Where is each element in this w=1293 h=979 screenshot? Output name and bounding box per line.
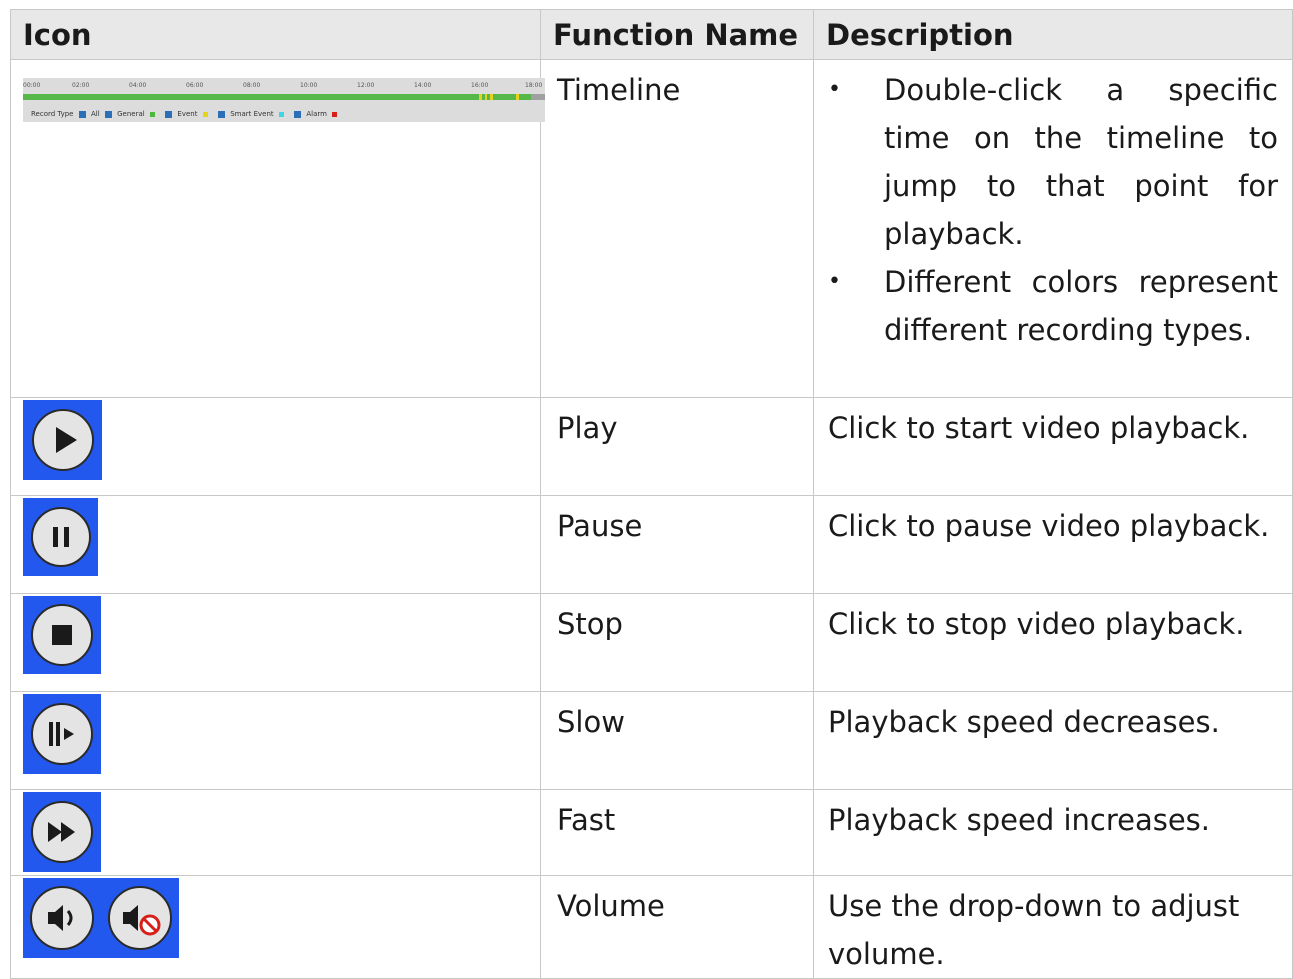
- tick-0800: 08:00: [243, 82, 260, 89]
- header-icon: Icon: [10, 9, 541, 60]
- smart-event-checkbox[interactable]: [217, 110, 225, 118]
- pause-icon[interactable]: [23, 498, 98, 576]
- function-name-stop: Stop: [540, 593, 814, 692]
- description-stop: Click to stop video playback.: [813, 593, 1293, 692]
- volume-icon[interactable]: [23, 878, 179, 958]
- tick-1000: 10:00: [300, 82, 317, 89]
- alarm-checkbox[interactable]: [294, 110, 302, 118]
- header-function-name: Function Name: [540, 9, 814, 60]
- timeline-ticks: 00:00 02:00 04:00 06:00 08:00 10:00 12:0…: [23, 82, 542, 89]
- tick-1200: 12:00: [357, 82, 374, 89]
- play-icon[interactable]: [23, 400, 102, 480]
- function-name-play: Play: [540, 397, 814, 496]
- stop-icon[interactable]: [23, 596, 101, 674]
- table-row-pause: Pause Click to pause video playback.: [10, 495, 1293, 594]
- function-name-fast: Fast: [540, 789, 814, 876]
- tick-0200: 02:00: [72, 82, 89, 89]
- tick-0600: 06:00: [186, 82, 203, 89]
- table-row-timeline: 00:00 02:00 04:00 06:00 08:00 10:00 12:0…: [10, 59, 1293, 398]
- timeline-legend: Record Type All General Event Smart Even…: [31, 109, 345, 119]
- legend-record-type: Record Type: [31, 110, 74, 118]
- table-row-volume: Volume Use the drop-down to adjust volum…: [10, 875, 1293, 979]
- tick-1800: 18:00: [525, 82, 542, 89]
- legend-alarm: Alarm: [306, 110, 327, 118]
- tick-1400: 14:00: [414, 82, 431, 89]
- description-play: Click to start video playback.: [813, 397, 1293, 496]
- table-row-play: Play Click to start video playback.: [10, 397, 1293, 496]
- event-checkbox[interactable]: [165, 110, 173, 118]
- description-fast: Playback speed increases.: [813, 789, 1293, 876]
- table-row-fast: Fast Playback speed increases.: [10, 789, 1293, 876]
- description-slow: Playback speed decreases.: [813, 691, 1293, 790]
- legend-general: General: [117, 110, 145, 118]
- legend-event: Event: [177, 110, 198, 118]
- table-header-row: Icon Function Name Description: [10, 9, 1293, 60]
- tick-0400: 04:00: [129, 82, 146, 89]
- fast-icon[interactable]: [23, 792, 101, 872]
- event-swatch: [202, 111, 208, 117]
- speaker-icon[interactable]: [28, 884, 96, 952]
- timeline-cell: 00:00 02:00 04:00 06:00 08:00 10:00 12:0…: [10, 59, 545, 398]
- legend-smart-event: Smart Event: [230, 110, 274, 118]
- table-row-stop: Stop Click to stop video playback.: [10, 593, 1293, 692]
- function-name-pause: Pause: [540, 495, 814, 594]
- description-timeline: Double-click a specific time on the time…: [813, 59, 1293, 398]
- slow-icon[interactable]: [23, 694, 101, 774]
- legend-all: All: [90, 110, 100, 118]
- tick-0000: 00:00: [23, 82, 40, 89]
- function-table: Icon Function Name Description 00:00 02:…: [10, 9, 1293, 979]
- general-checkbox[interactable]: [104, 110, 112, 118]
- timeline-bullet-1: Double-click a specific time on the time…: [828, 66, 1278, 258]
- general-swatch: [149, 111, 155, 117]
- tick-1600: 16:00: [471, 82, 488, 89]
- alarm-swatch: [332, 111, 338, 117]
- function-name-timeline: Timeline: [540, 59, 814, 398]
- function-name-volume: Volume: [540, 875, 814, 979]
- timeline-preview: 00:00 02:00 04:00 06:00 08:00 10:00 12:0…: [23, 78, 545, 122]
- description-pause: Click to pause video playback.: [813, 495, 1293, 594]
- all-checkbox[interactable]: [78, 110, 86, 118]
- description-volume: Use the drop-down to adjust volume.: [813, 875, 1293, 979]
- header-description: Description: [813, 9, 1293, 60]
- timeline-bullet-2: Different colors represent different rec…: [828, 258, 1278, 354]
- table-row-slow: Slow Playback speed decreases.: [10, 691, 1293, 790]
- smart-event-swatch: [278, 111, 284, 117]
- function-name-slow: Slow: [540, 691, 814, 790]
- timeline-bar[interactable]: [23, 94, 545, 100]
- mute-icon[interactable]: [106, 884, 174, 952]
